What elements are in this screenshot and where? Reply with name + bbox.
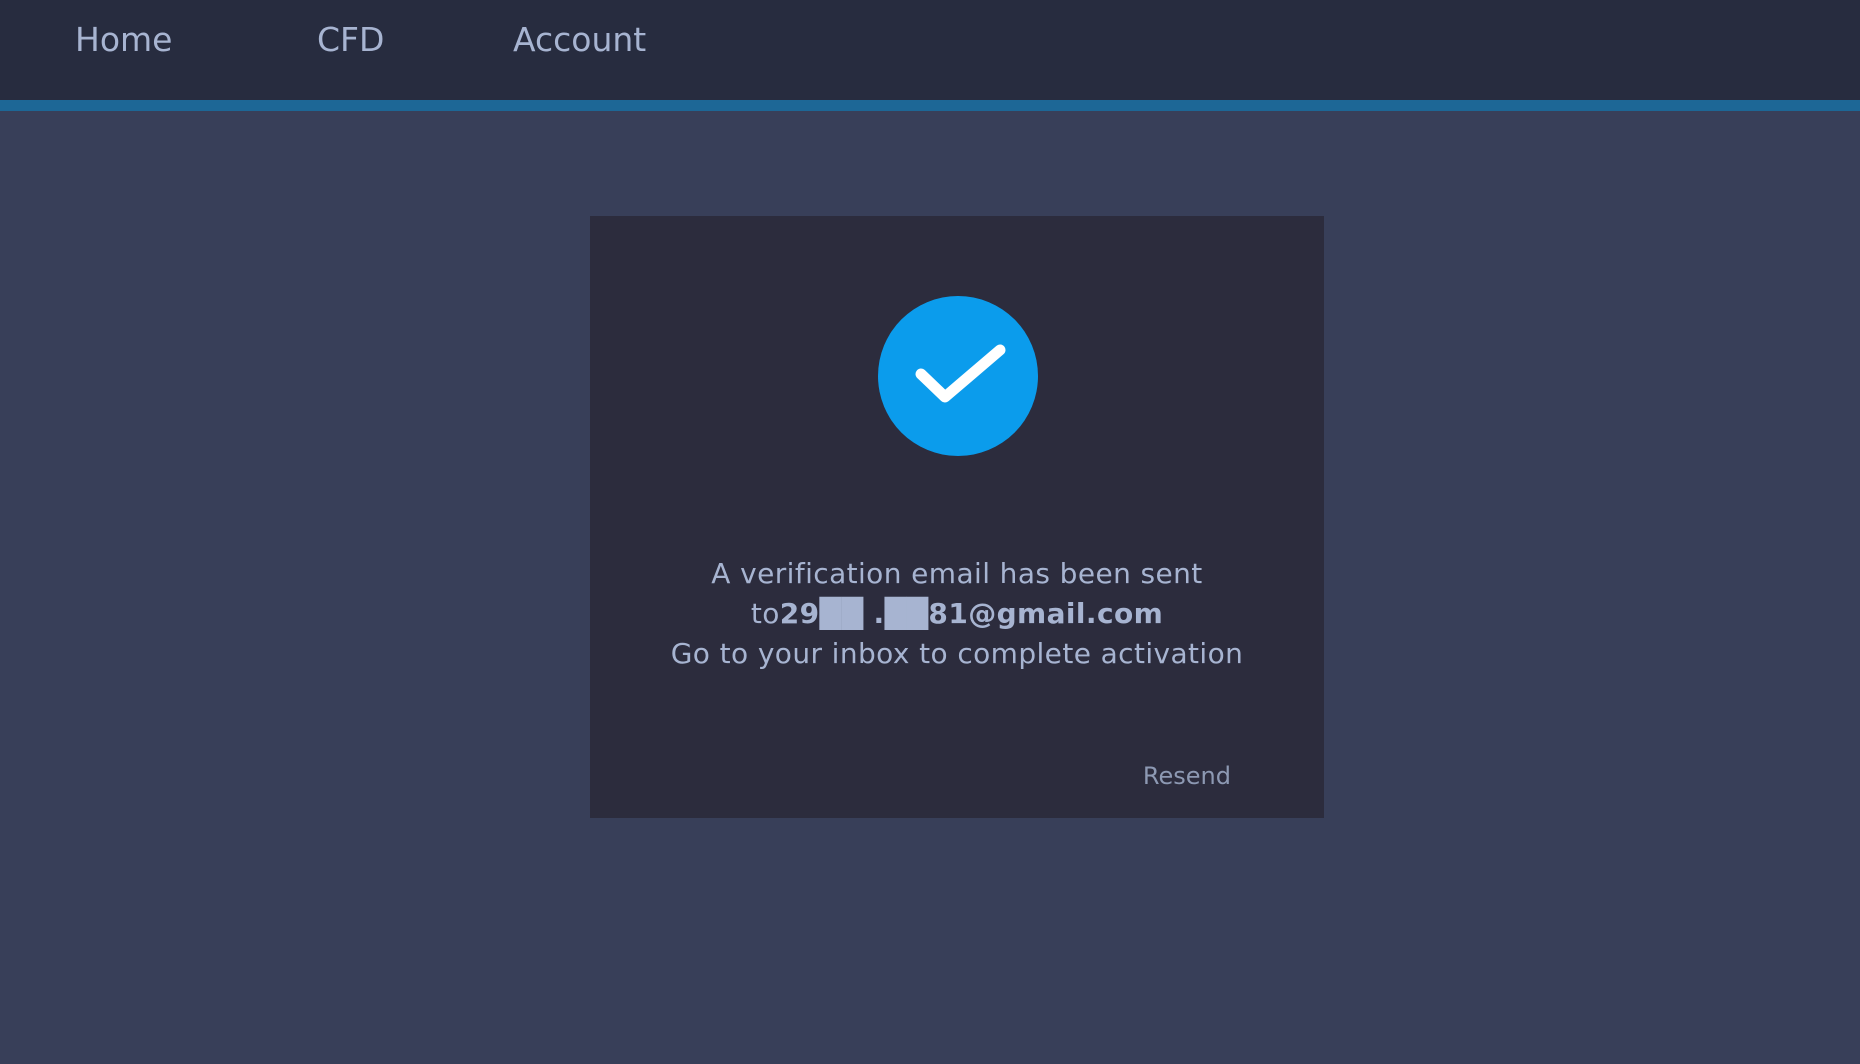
verification-message: A verification email has been sent to29█… (590, 554, 1324, 674)
verification-card: A verification email has been sent to29█… (590, 216, 1324, 818)
checkmark-icon (878, 296, 1038, 456)
message-line-instruction: Go to your inbox to complete activation (670, 637, 1244, 670)
top-nav: Home CFD Account (0, 0, 1860, 100)
nav-accent-bar (0, 100, 1860, 111)
resend-link[interactable]: Resend (1143, 762, 1231, 790)
email-address: 29██ .██81@gmail.com (779, 597, 1164, 630)
message-line-sent: A verification email has been sent (711, 557, 1203, 590)
nav-home[interactable]: Home (75, 0, 172, 80)
email-prefix: to (750, 597, 780, 630)
message-line-email: to29██ .██81@gmail.com (590, 594, 1324, 634)
nav-cfd[interactable]: CFD (317, 0, 384, 80)
nav-account[interactable]: Account (513, 0, 646, 80)
